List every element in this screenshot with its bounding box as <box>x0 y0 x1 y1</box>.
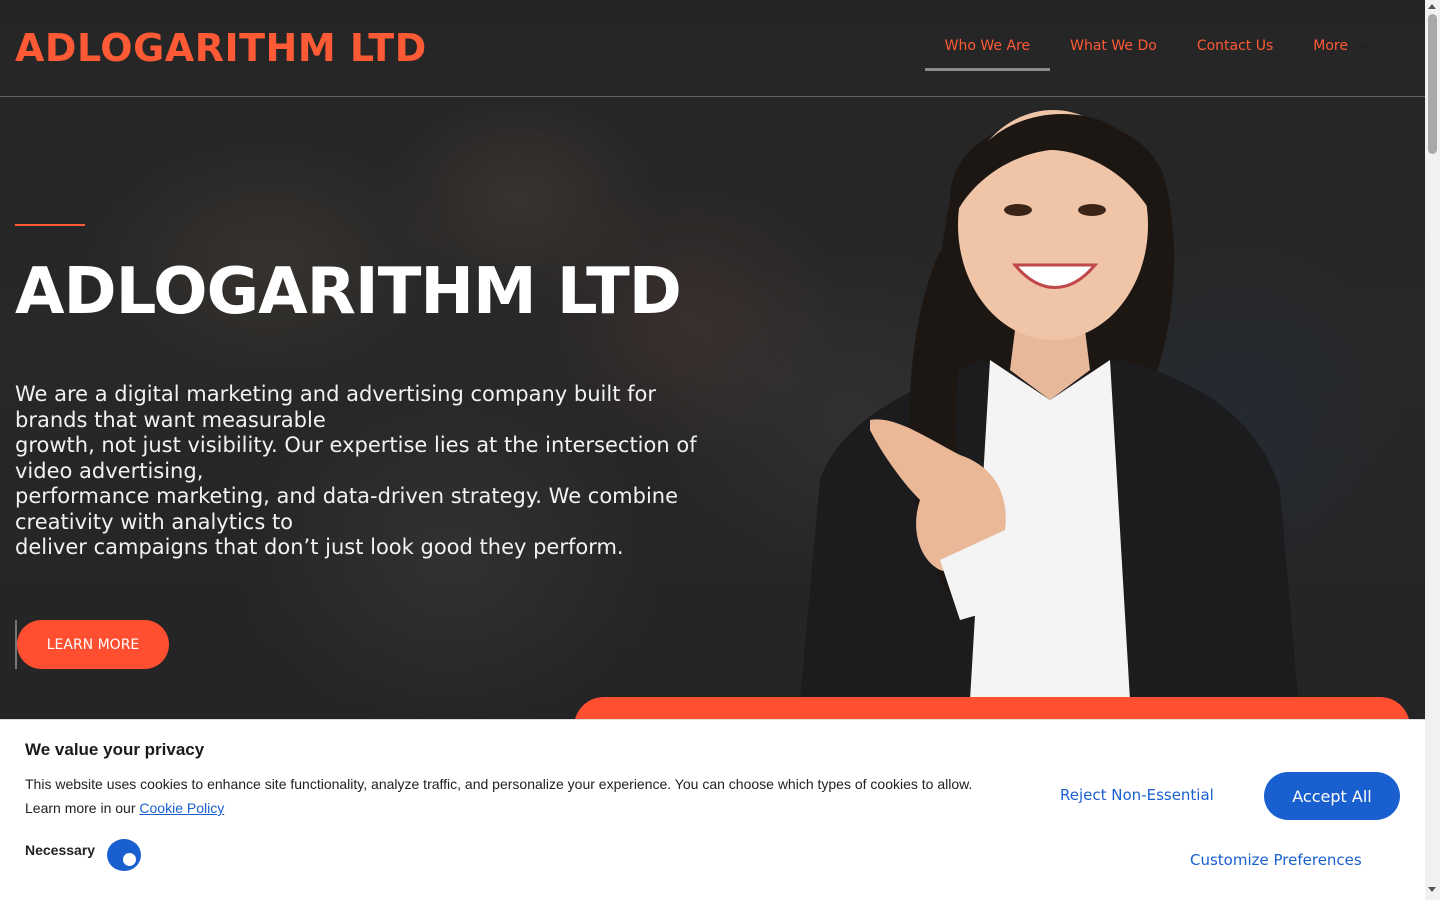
nav-who-we-are[interactable]: Who We Are <box>924 38 1051 71</box>
site-header: ADLOGARITHM LTD Who We Are What We Do Co… <box>0 0 1425 97</box>
cookie-description: This website uses cookies to enhance sit… <box>25 776 973 792</box>
scroll-down-arrow-icon[interactable] <box>1428 887 1436 892</box>
accent-divider <box>15 224 85 226</box>
page-scrollbar[interactable] <box>1425 0 1440 900</box>
nav-more-label: More <box>1313 38 1348 54</box>
nav-more[interactable]: More <box>1293 38 1390 54</box>
customize-preferences-button[interactable]: Customize Preferences <box>1190 848 1362 872</box>
hero-description-line: deliver campaigns that don’t just look g… <box>15 535 624 559</box>
nav-what-we-do[interactable]: What We Do <box>1050 38 1177 54</box>
main-nav: Who We Are What We Do Contact Us More <box>924 38 1390 71</box>
chevron-down-icon <box>1360 43 1370 49</box>
hero-person-image <box>800 110 1300 720</box>
necessary-label: Necessary <box>25 842 96 858</box>
nav-contact-us[interactable]: Contact Us <box>1177 38 1293 54</box>
hero-description-line: performance marketing, and data-driven s… <box>15 484 679 534</box>
cookie-banner: We value your privacy This website uses … <box>0 719 1425 900</box>
cookie-banner-text: This website uses cookies to enhance sit… <box>25 772 1035 820</box>
scroll-thumb[interactable] <box>1428 14 1437 154</box>
site-logo[interactable]: ADLOGARITHM LTD <box>15 26 427 70</box>
reject-non-essential-button[interactable]: Reject Non-Essential <box>1060 783 1214 807</box>
hero-description: We are a digital marketing and advertisi… <box>15 382 715 561</box>
necessary-toggle[interactable] <box>107 839 141 871</box>
accept-all-button[interactable]: Accept All <box>1264 772 1400 820</box>
hero-description-line: growth, not just visibility. Our experti… <box>15 433 697 483</box>
hero-title: ADLOGARITHM LTD <box>15 255 682 329</box>
learn-more-button[interactable]: LEARN MORE <box>17 620 169 669</box>
scroll-up-arrow-icon[interactable] <box>1428 4 1436 9</box>
cookie-banner-title: We value your privacy <box>25 740 205 759</box>
hero-description-line: We are a digital marketing and advertisi… <box>15 382 657 432</box>
cookie-learn-more-prefix: Learn more in our <box>25 800 140 816</box>
cookie-policy-link[interactable]: Cookie Policy <box>139 800 224 816</box>
